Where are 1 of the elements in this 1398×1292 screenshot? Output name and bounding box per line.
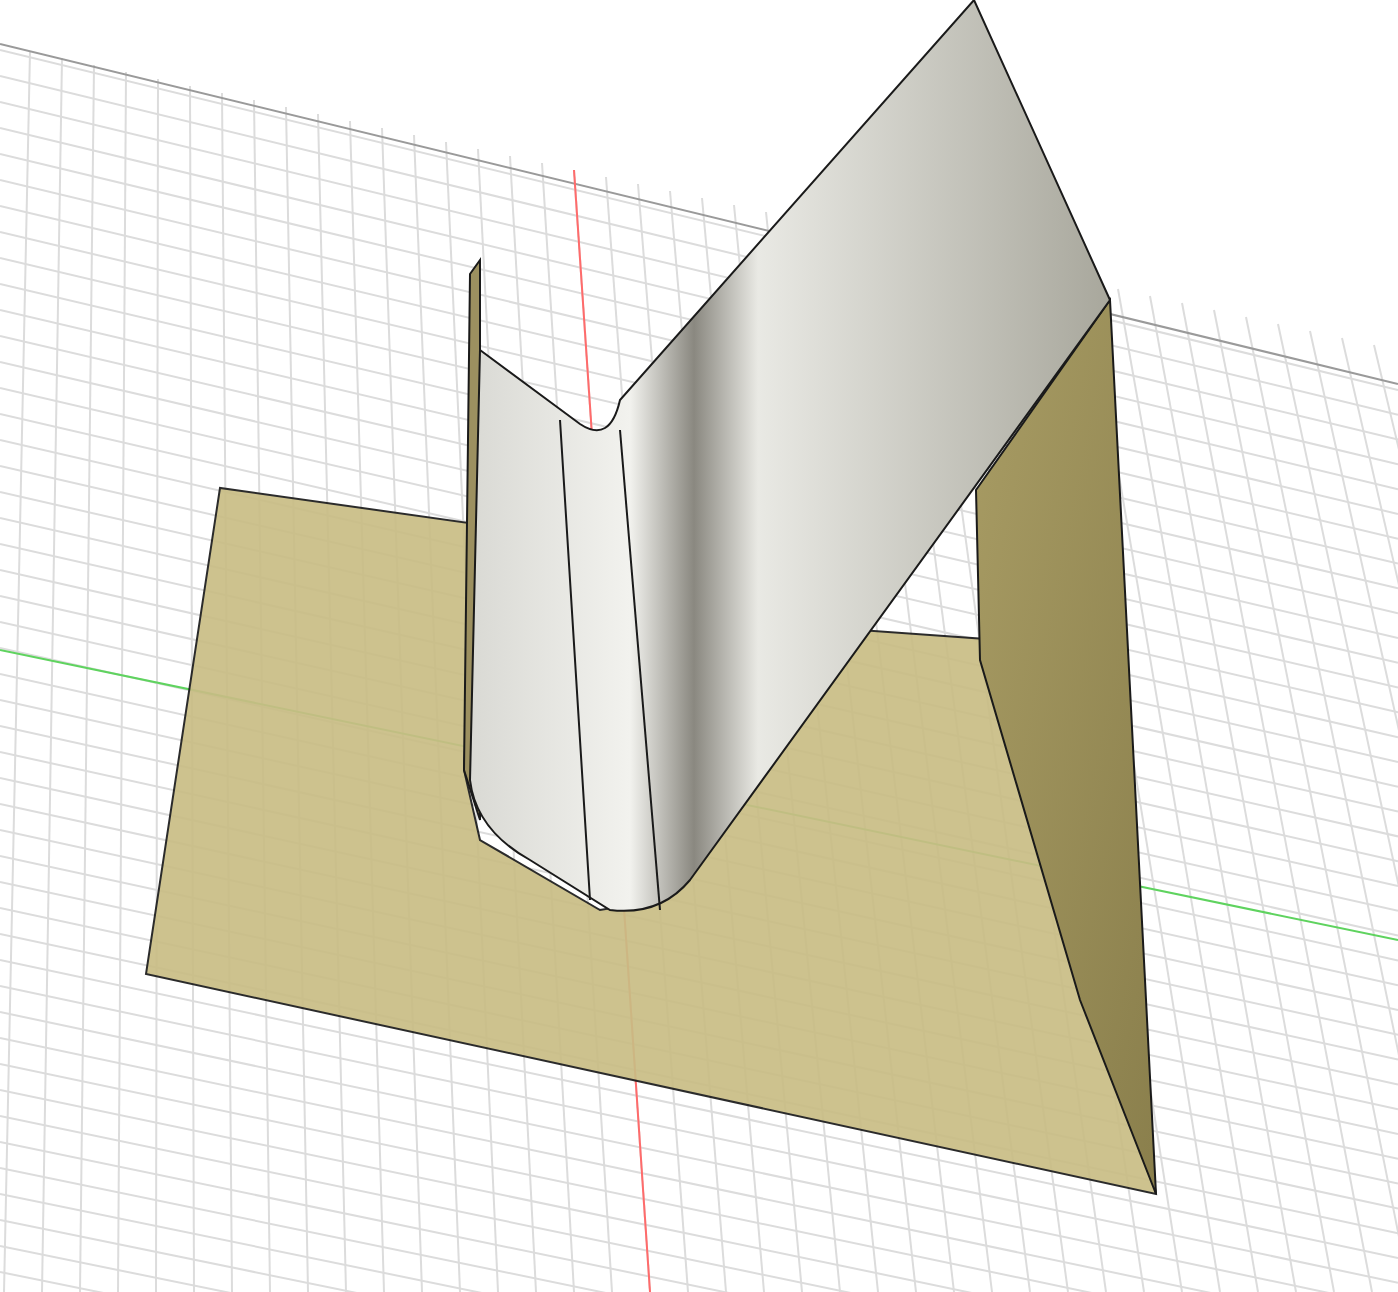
sheet-metal-model-drawing[interactable] (144, 0, 1158, 1196)
